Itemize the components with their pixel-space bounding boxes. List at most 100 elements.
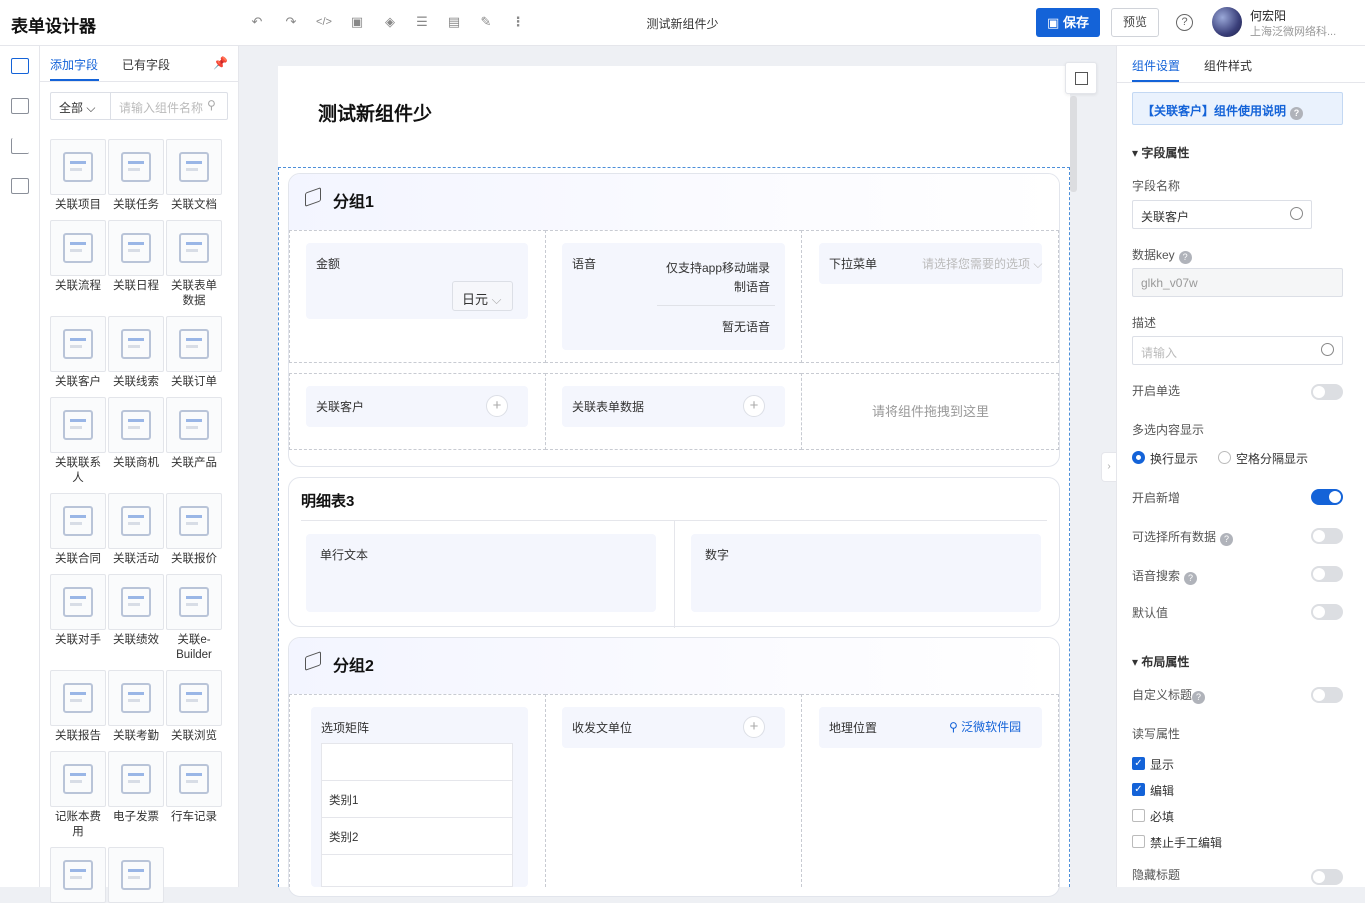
help-icon[interactable]: ? [1178, 251, 1192, 264]
location-value[interactable]: ⚲ 泛微软件园 [949, 718, 1021, 735]
search-icon[interactable]: ⚲ [207, 98, 216, 112]
code-icon[interactable]: </> [315, 13, 333, 31]
component-tile[interactable]: 关联文档 [166, 139, 222, 213]
field-name-input[interactable]: 关联客户 [1132, 200, 1312, 229]
collapse-panel-button[interactable]: › [1101, 452, 1116, 482]
tab-component-style[interactable]: 组件样式 [1204, 57, 1252, 74]
form-title[interactable]: 测试新组件少 [318, 99, 432, 126]
required-label[interactable]: 必填 [1150, 808, 1174, 825]
component-tile[interactable]: 记账本费用 [50, 751, 106, 840]
component-tile[interactable] [108, 847, 164, 903]
component-tile[interactable]: 关联产品 [166, 397, 222, 471]
add-icon[interactable]: + [743, 395, 765, 417]
pin-icon[interactable]: 📌 [213, 56, 228, 70]
component-tile[interactable]: 关联报告 [50, 670, 106, 744]
dropdown-placeholder[interactable]: 请选择您需要的选项 ⌵ [922, 255, 1042, 272]
component-tile[interactable]: 关联对手 [50, 574, 106, 648]
tab-component-settings[interactable]: 组件设置 [1132, 57, 1180, 74]
component-tile[interactable] [50, 847, 106, 903]
text-field-icon[interactable] [11, 58, 29, 74]
enable-add-toggle[interactable] [1311, 489, 1343, 505]
amount-field[interactable]: 金额 日元 ⌵ [306, 243, 528, 319]
form-data-field[interactable]: 关联表单数据 + [562, 386, 785, 427]
help-icon[interactable]: ? [1220, 533, 1234, 546]
single-select-toggle[interactable] [1311, 384, 1343, 400]
preview-button[interactable]: 预览 [1111, 8, 1159, 37]
component-tile[interactable]: 关联合同 [50, 493, 106, 567]
text-style-icon[interactable] [11, 178, 29, 194]
detail-table[interactable]: 明细表3 单行文本 数字 [288, 477, 1060, 628]
component-tile[interactable]: 关联订单 [166, 316, 222, 390]
radio-space[interactable] [1218, 451, 1231, 464]
text-column[interactable]: 单行文本 [306, 534, 656, 612]
tab-add-field[interactable]: 添加字段 [50, 56, 98, 73]
component-tile[interactable]: 关联考勤 [108, 670, 164, 744]
hide-title-toggle[interactable] [1311, 869, 1343, 885]
layers-icon[interactable]: ◈ [381, 13, 399, 31]
radio-wrap-label[interactable]: 换行显示 [1150, 450, 1198, 467]
component-tile[interactable]: 关联报价 [166, 493, 222, 567]
add-icon[interactable]: + [486, 395, 508, 417]
component-tile[interactable]: 关联任务 [108, 139, 164, 213]
component-tile[interactable]: 关联浏览 [166, 670, 222, 744]
field-properties-header[interactable]: ▾ 字段属性 [1132, 144, 1189, 161]
component-tile[interactable]: 关联商机 [108, 397, 164, 471]
help-icon[interactable]: ? [1176, 14, 1193, 31]
sender-field[interactable]: 收发文单位 + [562, 707, 785, 748]
location-field[interactable]: 地理位置 ⚲ 泛微软件园 [819, 707, 1042, 748]
help-icon[interactable]: ? [1290, 107, 1304, 120]
component-tile[interactable]: 电子发票 [108, 751, 164, 825]
avatar[interactable] [1212, 7, 1242, 37]
save-button[interactable]: ▣ 保存 [1036, 8, 1100, 37]
undo-icon[interactable]: ↶ [248, 13, 266, 31]
currency-select[interactable]: 日元 ⌵ [452, 281, 513, 311]
no-manual-edit-label[interactable]: 禁止手工编辑 [1150, 834, 1222, 851]
add-icon[interactable]: + [743, 716, 765, 738]
chart-icon[interactable]: ▤ [445, 13, 463, 31]
help-icon[interactable]: ? [1192, 691, 1206, 704]
component-tile[interactable]: 关联项目 [50, 139, 106, 213]
search-input[interactable]: 请输入组件名称 [119, 99, 203, 116]
component-tile[interactable]: 关联日程 [108, 220, 164, 294]
globe-icon[interactable] [1321, 343, 1334, 356]
required-checkbox[interactable] [1132, 809, 1145, 822]
edit-icon[interactable]: ✎ [477, 13, 495, 31]
scrollbar[interactable] [1070, 96, 1077, 192]
database-icon[interactable]: ☰ [413, 13, 431, 31]
redo-icon[interactable]: ↷ [282, 13, 300, 31]
image-icon[interactable]: ▣ [348, 13, 366, 31]
show-label[interactable]: 显示 [1150, 756, 1174, 773]
layout-icon[interactable] [11, 98, 29, 114]
component-tile[interactable]: 关联活动 [108, 493, 164, 567]
voice-search-toggle[interactable] [1311, 566, 1343, 582]
user-name[interactable]: 何宏阳 [1250, 7, 1286, 24]
edit-label[interactable]: 编辑 [1150, 782, 1174, 799]
component-tile[interactable]: 关联客户 [50, 316, 106, 390]
usage-guide-link[interactable]: 【关联客户】组件使用说明? [1132, 92, 1343, 125]
component-tile[interactable]: 关联线索 [108, 316, 164, 390]
custom-title-toggle[interactable] [1311, 687, 1343, 703]
globe-icon[interactable] [1290, 207, 1303, 220]
more-icon[interactable]: ⋮ [509, 13, 527, 31]
radio-wrap[interactable] [1132, 451, 1145, 464]
show-checkbox[interactable]: ✓ [1132, 757, 1145, 770]
default-value-toggle[interactable] [1311, 604, 1343, 620]
tab-existing-field[interactable]: 已有字段 [122, 56, 170, 73]
fullscreen-button[interactable] [1065, 62, 1097, 94]
no-manual-edit-checkbox[interactable] [1132, 835, 1145, 848]
number-column[interactable]: 数字 [691, 534, 1041, 612]
description-input[interactable]: 请输入 [1132, 336, 1343, 365]
help-icon[interactable]: ? [1184, 572, 1198, 585]
category-select[interactable]: 全部 ⌵ [59, 99, 95, 116]
component-tile[interactable]: 关联表单 数据 [166, 220, 222, 309]
customer-field[interactable]: 关联客户 + [306, 386, 528, 427]
select-all-toggle[interactable] [1311, 528, 1343, 544]
edit-checkbox[interactable]: ✓ [1132, 783, 1145, 796]
chart-icon[interactable] [11, 138, 29, 154]
component-tile[interactable]: 行车记录 [166, 751, 222, 825]
layout-properties-header[interactable]: ▾ 布局属性 [1132, 653, 1189, 670]
component-tile[interactable]: 关联联系人 [50, 397, 106, 486]
component-tile[interactable]: 关联流程 [50, 220, 106, 294]
component-tile[interactable]: 关联e- Builder [166, 574, 222, 663]
dropdown-field[interactable]: 下拉菜单 请选择您需要的选项 ⌵ [819, 243, 1042, 284]
